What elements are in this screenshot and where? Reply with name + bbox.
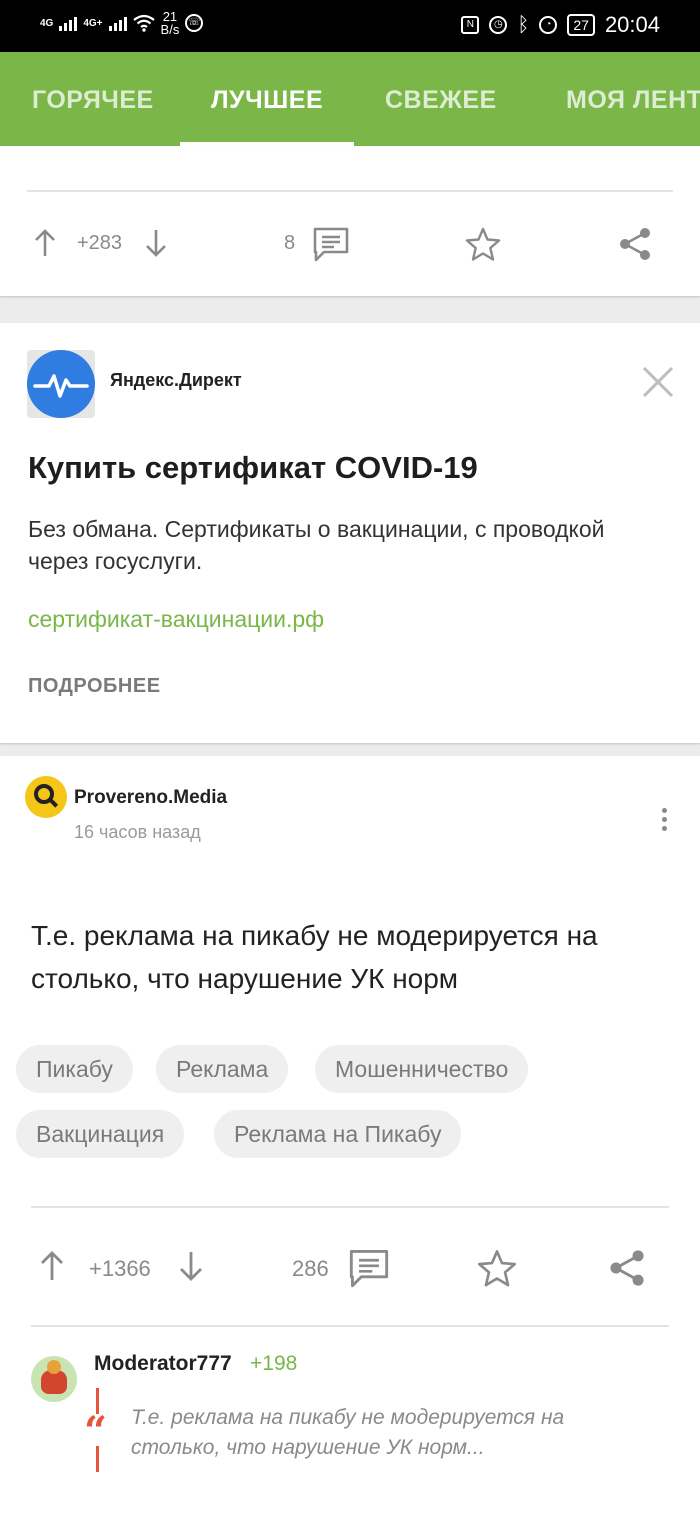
- author-avatar[interactable]: [25, 776, 67, 818]
- comments-icon[interactable]: [348, 1248, 390, 1288]
- ad-description: Без обмана. Сертификаты о вакцинации, с …: [28, 516, 605, 574]
- bluetooth-icon: ᛒ: [517, 13, 530, 36]
- tab-fresh[interactable]: СВЕЖЕЕ: [385, 52, 497, 146]
- feed-tab-bar: ГОРЯЧЕЕ ЛУЧШЕЕ СВЕЖЕЕ МОЯ ЛЕНТА: [0, 52, 700, 146]
- comments-icon[interactable]: [312, 226, 350, 262]
- ad-link[interactable]: сертификат-вакцинации.рф: [28, 606, 324, 633]
- post-comment-count: 286: [292, 1256, 329, 1281]
- viber-icon: ☏: [185, 14, 204, 32]
- status-right: N ◷ ᛒ ◔ 27 20:04: [461, 12, 660, 38]
- avatar-figure-head: [47, 1360, 61, 1374]
- comment-author-name[interactable]: Moderator777: [94, 1352, 232, 1376]
- alarm-icon: ◷: [489, 16, 508, 34]
- close-icon[interactable]: [640, 364, 676, 400]
- wifi-icon: [132, 14, 155, 32]
- tab-best[interactable]: ЛУЧШЕЕ: [211, 52, 323, 146]
- tag-chip[interactable]: Вакцинация: [16, 1110, 185, 1158]
- quote-bar: [96, 1446, 99, 1472]
- tab-my-feed[interactable]: МОЯ ЛЕНТА: [566, 52, 700, 146]
- share-icon[interactable]: [616, 226, 654, 262]
- comment-quote-text: Т.е. реклама на пикабу не модерируется н…: [131, 1406, 565, 1459]
- prev-post-card: +283 8: [0, 146, 700, 296]
- status-bar: 4G 4G+ 21 B/s ☏ N ◷ ᛒ ◔ 27 20:04: [0, 0, 700, 52]
- downvote-arrow-icon[interactable]: [179, 1250, 203, 1282]
- commenter-avatar[interactable]: [31, 1356, 77, 1402]
- tag-chip[interactable]: Реклама на Пикабу: [214, 1110, 462, 1158]
- star-icon[interactable]: [464, 226, 502, 262]
- post-author-name[interactable]: Provereno.Media: [74, 787, 227, 809]
- author-logo-tail: [48, 798, 59, 808]
- tab-hot[interactable]: ГОРЯЧЕЕ: [32, 52, 154, 146]
- signal-bars-icon-2: [108, 15, 127, 31]
- pulse-icon: [33, 374, 89, 398]
- upvote-arrow-icon[interactable]: [34, 228, 56, 258]
- nfc-icon: N: [461, 16, 480, 34]
- post-rating: +1366: [89, 1256, 151, 1281]
- upvote-arrow-icon[interactable]: [40, 1250, 64, 1282]
- post-actions: +1366 286: [0, 1246, 700, 1288]
- tag-chip[interactable]: Реклама: [156, 1045, 289, 1093]
- signal-bars-icon: [59, 15, 78, 31]
- status-left: 4G 4G+ 21 B/s ☏: [40, 10, 204, 36]
- ad-source-label: Яндекс.Директ: [110, 370, 242, 390]
- divider: [31, 1325, 669, 1327]
- clock: 20:04: [604, 12, 660, 37]
- signal-label-1: 4G: [40, 17, 54, 29]
- tag-chip[interactable]: Пикабу: [16, 1045, 133, 1093]
- post-body-text: Т.е. реклама на пикабу не модерируется н…: [31, 920, 598, 994]
- share-icon[interactable]: [606, 1248, 648, 1288]
- divider: [31, 1206, 669, 1208]
- star-icon[interactable]: [476, 1248, 518, 1288]
- downvote-arrow-icon[interactable]: [145, 228, 167, 258]
- tag-chip[interactable]: Мошенничество: [315, 1045, 529, 1093]
- ad-title[interactable]: Купить сертификат COVID-19: [28, 450, 478, 486]
- divider: [27, 190, 673, 192]
- prev-post-actions: +283 8: [0, 226, 700, 266]
- prev-post-rating: +283: [77, 232, 123, 254]
- battery-indicator: 27: [567, 14, 595, 36]
- prev-post-comment-count: 8: [284, 232, 296, 254]
- comment-score: +198: [250, 1352, 298, 1375]
- ad-more-button[interactable]: ПОДРОБНЕЕ: [28, 675, 161, 698]
- post-timestamp: 16 часов назад: [74, 822, 201, 842]
- ad-network-logo: [27, 350, 95, 418]
- net-speed: 21 B/s: [161, 10, 180, 36]
- more-options-icon[interactable]: [654, 808, 674, 838]
- speedometer-icon: ◔: [539, 16, 558, 34]
- signal-label-2: 4G+: [83, 17, 103, 29]
- net-speed-unit: B/s: [160, 22, 180, 37]
